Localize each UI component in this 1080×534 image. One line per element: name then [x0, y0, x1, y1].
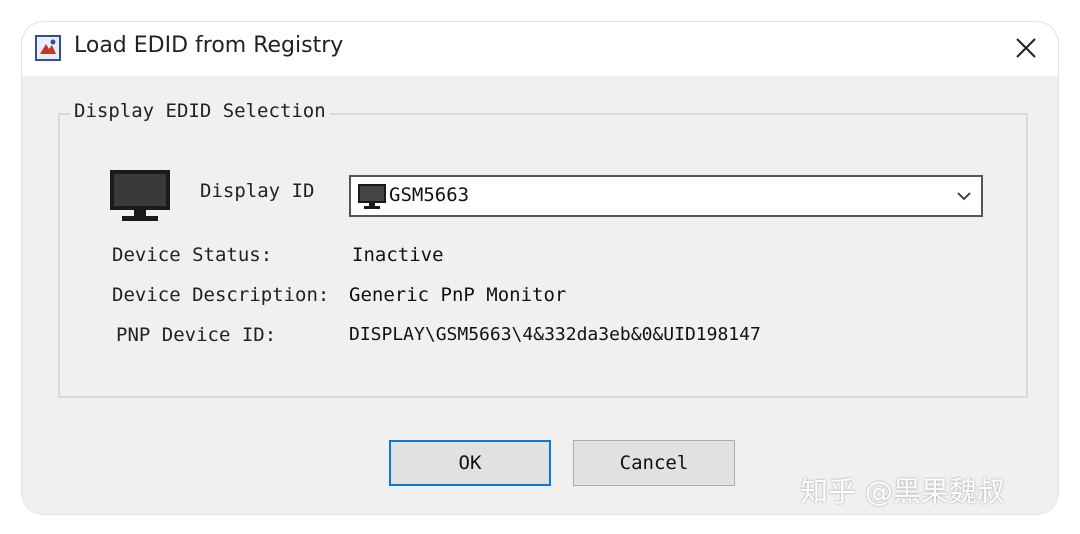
- pnp-device-id-label: PNP Device ID:: [116, 324, 277, 346]
- window-title: Load EDID from Registry: [74, 33, 344, 58]
- monitor-icon: [110, 170, 170, 221]
- display-id-label: Display ID: [200, 180, 315, 202]
- close-icon: [1016, 38, 1036, 58]
- monitor-icon: [358, 184, 386, 209]
- device-description-label: Device Description:: [112, 284, 330, 306]
- ok-button[interactable]: OK: [389, 440, 551, 486]
- device-status-label: Device Status:: [112, 244, 273, 266]
- pnp-device-id-value: DISPLAY\GSM5663\4&332da3eb&0&UID198147: [349, 324, 761, 345]
- device-status-value: Inactive: [352, 244, 444, 266]
- cancel-button[interactable]: Cancel: [573, 440, 735, 486]
- display-id-value: GSM5663: [389, 184, 470, 206]
- app-icon: [35, 35, 61, 61]
- chevron-down-icon[interactable]: [955, 187, 973, 205]
- group-legend: Display EDID Selection: [70, 100, 330, 122]
- title-bar: Load EDID from Registry: [22, 22, 1058, 76]
- close-button[interactable]: [1004, 28, 1048, 68]
- device-description-value: Generic PnP Monitor: [349, 284, 567, 306]
- watermark: 知乎 @黑果魏叔: [800, 475, 1005, 508]
- dialog-window: Load EDID from Registry Display EDID Sel…: [22, 22, 1058, 514]
- display-id-select[interactable]: GSM5663: [349, 175, 983, 217]
